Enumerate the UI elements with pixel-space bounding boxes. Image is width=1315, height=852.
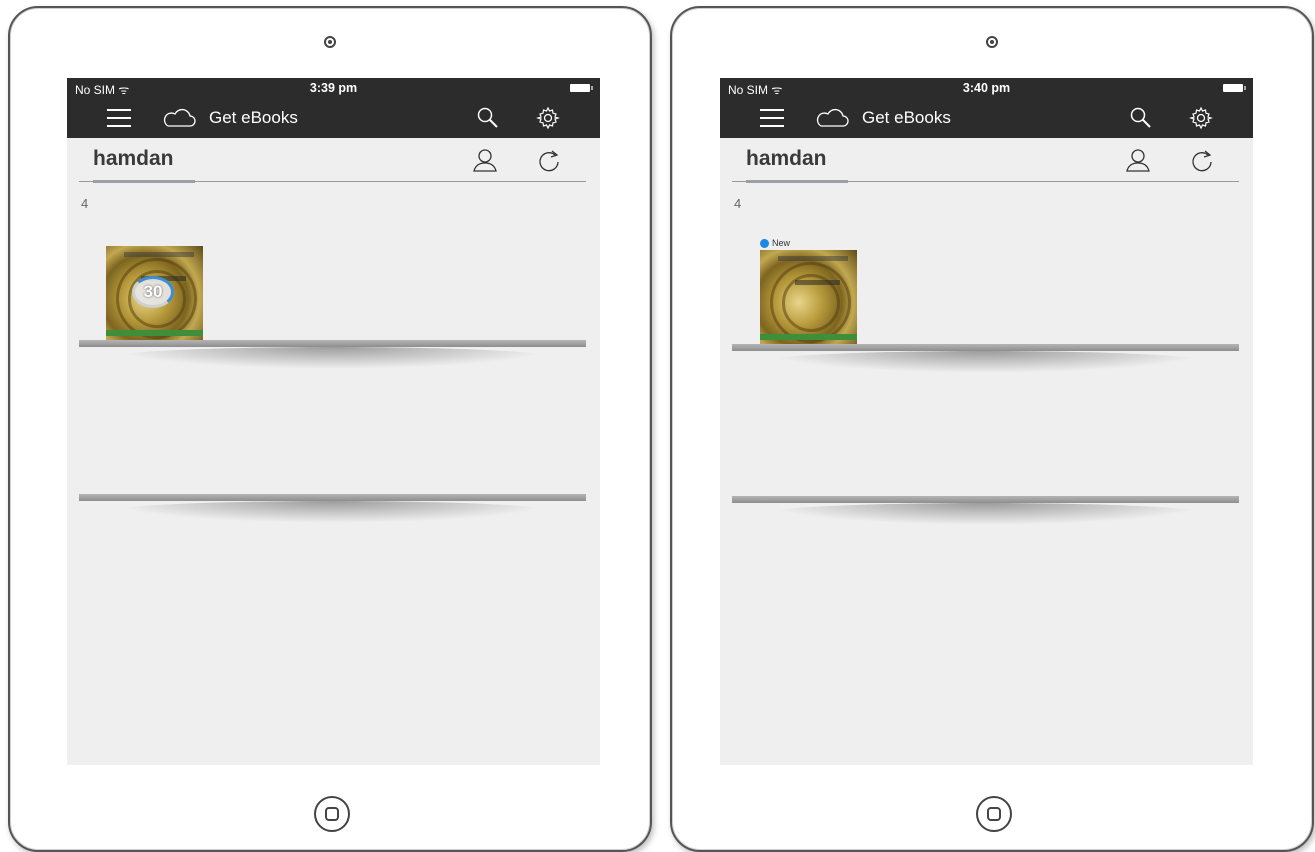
user-header: hamdan	[732, 138, 1239, 183]
hamburger-menu-icon[interactable]	[760, 109, 784, 127]
ipad-frame-left: No SIM ᯤ 3:39 pm Get eBooks hamdan 4 30	[8, 6, 652, 852]
shelf-shadow	[760, 351, 1210, 373]
book-title-text	[795, 280, 840, 285]
tab-underline	[746, 180, 848, 183]
gear-icon[interactable]	[536, 106, 560, 130]
app-screen: No SIM ᯤ 3:39 pm Get eBooks hamdan 4 30	[67, 78, 600, 765]
cloud-icon[interactable]	[815, 108, 849, 128]
shelf-shadow	[760, 503, 1210, 525]
refresh-icon[interactable]	[1189, 147, 1215, 173]
shelf-bottom	[732, 496, 1239, 503]
new-badge: New	[760, 238, 790, 249]
user-icon[interactable]	[472, 147, 498, 173]
book-stripe	[106, 330, 203, 336]
toolbar: Get eBooks	[720, 98, 1253, 138]
book-stripe	[760, 334, 857, 340]
book-author-text	[778, 256, 848, 261]
wifi-icon: ᯤ	[771, 83, 783, 97]
shelf-bottom	[79, 494, 586, 501]
battery-icon	[1223, 84, 1246, 92]
shelf-top	[732, 344, 1239, 351]
battery-icon	[570, 84, 593, 92]
book-count: 4	[81, 196, 89, 211]
book-count: 4	[734, 196, 742, 211]
book-author-text	[124, 252, 194, 257]
user-icon[interactable]	[1125, 147, 1151, 173]
shelf-shadow	[107, 347, 557, 369]
status-bar: No SIM ᯤ 3:39 pm	[67, 78, 600, 98]
ipad-frame-right: No SIM ᯤ 3:40 pm Get eBooks hamdan 4 New	[670, 6, 1314, 852]
home-button[interactable]	[976, 796, 1012, 832]
gear-icon[interactable]	[1189, 106, 1213, 130]
status-time: 3:39 pm	[309, 81, 358, 95]
search-icon[interactable]	[1129, 106, 1153, 130]
status-time: 3:40 pm	[962, 81, 1011, 95]
book-cover[interactable]	[760, 250, 857, 345]
download-progress: 30	[132, 276, 174, 308]
tab-underline	[93, 180, 195, 183]
carrier-label: No SIM ᯤ	[75, 83, 130, 97]
front-camera	[324, 36, 336, 48]
new-dot-icon	[760, 239, 769, 249]
search-icon[interactable]	[476, 106, 500, 130]
book-cover[interactable]: 30	[106, 246, 203, 341]
user-header: hamdan	[79, 138, 586, 183]
front-camera	[986, 36, 998, 48]
get-ebooks-button[interactable]: Get eBooks	[862, 108, 951, 128]
app-screen: No SIM ᯤ 3:40 pm Get eBooks hamdan 4 New	[720, 78, 1253, 765]
username-tab[interactable]: hamdan	[746, 147, 827, 171]
refresh-icon[interactable]	[536, 147, 562, 173]
status-bar: No SIM ᯤ 3:40 pm	[720, 78, 1253, 98]
get-ebooks-button[interactable]: Get eBooks	[209, 108, 298, 128]
username-tab[interactable]: hamdan	[93, 147, 174, 171]
shelf-top	[79, 340, 586, 347]
cloud-icon[interactable]	[162, 108, 196, 128]
home-button[interactable]	[314, 796, 350, 832]
shelf-shadow	[107, 501, 557, 523]
toolbar: Get eBooks	[67, 98, 600, 138]
hamburger-menu-icon[interactable]	[107, 109, 131, 127]
carrier-label: No SIM ᯤ	[728, 83, 783, 97]
wifi-icon: ᯤ	[118, 83, 130, 97]
